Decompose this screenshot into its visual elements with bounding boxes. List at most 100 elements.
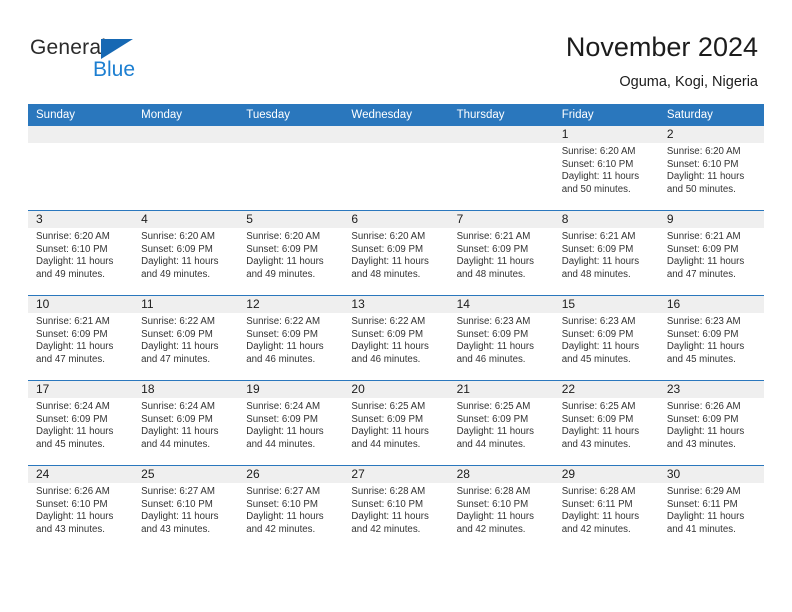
daylight-text: Daylight: 11 hours and 50 minutes. (561, 171, 640, 195)
sunset-text: Sunset: 6:09 PM (456, 243, 529, 255)
sunset-text: Sunset: 6:09 PM (141, 328, 213, 340)
daylight-text: Daylight: 11 hours and 42 minutes. (246, 511, 324, 535)
sunset-text: Sunset: 6:10 PM (666, 158, 739, 170)
daylight-text: Daylight: 11 hours and 42 minutes. (351, 511, 429, 535)
sunrise-text: Sunrise: 6:22 AM (246, 316, 321, 327)
day-details: Sunrise: 6:24 AM Sunset: 6:09 PM Dayligh… (238, 398, 343, 451)
day-details: Sunrise: 6:20 AM Sunset: 6:09 PM Dayligh… (343, 228, 448, 281)
calendar-day-cell[interactable]: 16 Sunrise: 6:23 AM Sunset: 6:09 PM Dayl… (658, 295, 764, 381)
calendar-day-cell[interactable]: 4 Sunrise: 6:20 AM Sunset: 6:09 PM Dayli… (133, 210, 239, 296)
sunrise-text: Sunrise: 6:21 AM (666, 231, 741, 242)
sunrise-text: Sunrise: 6:28 AM (351, 486, 426, 497)
daylight-text: Daylight: 11 hours and 46 minutes. (246, 341, 324, 365)
weekday-header-tuesday: Tuesday (238, 104, 344, 126)
calendar-day-cell[interactable]: 22 Sunrise: 6:25 AM Sunset: 6:09 PM Dayl… (553, 380, 659, 466)
calendar-day-cell[interactable]: 2 Sunrise: 6:20 AM Sunset: 6:10 PM Dayli… (658, 126, 764, 211)
sunrise-text: Sunrise: 6:25 AM (561, 401, 636, 412)
sunset-text: Sunset: 6:09 PM (246, 243, 318, 255)
daylight-text: Daylight: 11 hours and 48 minutes. (456, 256, 534, 280)
calendar-day-cell[interactable]: 20 Sunrise: 6:25 AM Sunset: 6:09 PM Dayl… (343, 380, 449, 466)
calendar-day-cell[interactable]: 3 Sunrise: 6:20 AM Sunset: 6:10 PM Dayli… (28, 210, 134, 296)
brand-logo[interactable]: General Blue (30, 35, 210, 87)
daylight-text: Daylight: 11 hours and 45 minutes. (666, 341, 745, 365)
calendar-grid: Sunday Monday Tuesday Wednesday Thursday… (28, 104, 764, 550)
calendar-day-cell[interactable]: 5 Sunrise: 6:20 AM Sunset: 6:09 PM Dayli… (238, 210, 344, 296)
calendar-day-cell[interactable]: 15 Sunrise: 6:23 AM Sunset: 6:09 PM Dayl… (553, 295, 659, 381)
sunrise-text: Sunrise: 6:20 AM (561, 146, 636, 157)
sunrise-text: Sunrise: 6:24 AM (141, 401, 215, 412)
sunrise-text: Sunrise: 6:23 AM (666, 316, 741, 327)
calendar-day-cell[interactable]: 30 Sunrise: 6:29 AM Sunset: 6:11 PM Dayl… (658, 465, 764, 550)
daylight-text: Daylight: 11 hours and 42 minutes. (561, 511, 640, 535)
sunrise-text: Sunrise: 6:28 AM (456, 486, 531, 497)
calendar-day-cell[interactable]: 26 Sunrise: 6:27 AM Sunset: 6:10 PM Dayl… (238, 465, 344, 550)
calendar-day-cell[interactable]: 14 Sunrise: 6:23 AM Sunset: 6:09 PM Dayl… (448, 295, 554, 381)
day-details: Sunrise: 6:23 AM Sunset: 6:09 PM Dayligh… (449, 313, 554, 366)
calendar-day-cell[interactable]: 21 Sunrise: 6:25 AM Sunset: 6:09 PM Dayl… (448, 380, 554, 466)
sunset-text: Sunset: 6:09 PM (246, 413, 318, 425)
day-details: Sunrise: 6:22 AM Sunset: 6:09 PM Dayligh… (238, 313, 343, 366)
weekday-header-thursday: Thursday (448, 104, 554, 126)
calendar-day-cell[interactable]: 9 Sunrise: 6:21 AM Sunset: 6:09 PM Dayli… (658, 210, 764, 296)
calendar-day-cell[interactable] (133, 126, 239, 211)
calendar-header-row: Sunday Monday Tuesday Wednesday Thursday… (28, 104, 764, 126)
calendar-day-cell[interactable]: 28 Sunrise: 6:28 AM Sunset: 6:10 PM Dayl… (448, 465, 554, 550)
calendar-day-cell[interactable]: 12 Sunrise: 6:22 AM Sunset: 6:09 PM Dayl… (238, 295, 344, 381)
calendar-day-cell[interactable]: 29 Sunrise: 6:28 AM Sunset: 6:11 PM Dayl… (553, 465, 659, 550)
calendar-day-cell[interactable]: 17 Sunrise: 6:24 AM Sunset: 6:09 PM Dayl… (28, 380, 134, 466)
calendar-day-cell[interactable]: 27 Sunrise: 6:28 AM Sunset: 6:10 PM Dayl… (343, 465, 449, 550)
daylight-text: Daylight: 11 hours and 43 minutes. (561, 426, 640, 450)
sunset-text: Sunset: 6:09 PM (561, 243, 634, 255)
calendar-day-cell[interactable]: 19 Sunrise: 6:24 AM Sunset: 6:09 PM Dayl… (238, 380, 344, 466)
sunset-text: Sunset: 6:09 PM (456, 328, 529, 340)
calendar-day-cell[interactable]: 13 Sunrise: 6:22 AM Sunset: 6:09 PM Dayl… (343, 295, 449, 381)
daylight-text: Daylight: 11 hours and 47 minutes. (666, 256, 745, 280)
day-details: Sunrise: 6:26 AM Sunset: 6:10 PM Dayligh… (28, 483, 133, 536)
sunrise-text: Sunrise: 6:20 AM (351, 231, 426, 242)
calendar-day-cell[interactable] (448, 126, 554, 211)
weekday-header-friday: Friday (553, 104, 659, 126)
day-number: 28 (448, 466, 554, 483)
calendar-day-cell[interactable]: 1 Sunrise: 6:20 AM Sunset: 6:10 PM Dayli… (553, 126, 659, 211)
calendar-day-cell[interactable]: 10 Sunrise: 6:21 AM Sunset: 6:09 PM Dayl… (28, 295, 134, 381)
day-details: Sunrise: 6:20 AM Sunset: 6:10 PM Dayligh… (554, 143, 659, 196)
title-block: November 2024 Oguma, Kogi, Nigeria (566, 30, 758, 92)
day-details: Sunrise: 6:20 AM Sunset: 6:09 PM Dayligh… (238, 228, 343, 281)
day-details: Sunrise: 6:25 AM Sunset: 6:09 PM Dayligh… (449, 398, 554, 451)
calendar-day-cell[interactable]: 11 Sunrise: 6:22 AM Sunset: 6:09 PM Dayl… (133, 295, 239, 381)
day-number: 16 (658, 296, 764, 313)
daylight-text: Daylight: 11 hours and 48 minutes. (351, 256, 429, 280)
day-number: 7 (448, 211, 554, 228)
day-number: 22 (553, 381, 659, 398)
sunset-text: Sunset: 6:09 PM (666, 413, 739, 425)
weekday-header-monday: Monday (133, 104, 239, 126)
calendar-day-cell[interactable] (28, 126, 134, 211)
day-details: Sunrise: 6:27 AM Sunset: 6:10 PM Dayligh… (238, 483, 343, 536)
calendar-day-cell[interactable] (238, 126, 344, 211)
calendar-day-cell[interactable]: 6 Sunrise: 6:20 AM Sunset: 6:09 PM Dayli… (343, 210, 449, 296)
calendar-day-cell[interactable]: 7 Sunrise: 6:21 AM Sunset: 6:09 PM Dayli… (448, 210, 554, 296)
daylight-text: Daylight: 11 hours and 49 minutes. (36, 256, 114, 280)
day-details: Sunrise: 6:25 AM Sunset: 6:09 PM Dayligh… (554, 398, 659, 451)
day-details: Sunrise: 6:23 AM Sunset: 6:09 PM Dayligh… (659, 313, 764, 366)
calendar-day-cell[interactable]: 8 Sunrise: 6:21 AM Sunset: 6:09 PM Dayli… (553, 210, 659, 296)
calendar-day-cell[interactable]: 25 Sunrise: 6:27 AM Sunset: 6:10 PM Dayl… (133, 465, 239, 550)
daylight-text: Daylight: 11 hours and 45 minutes. (561, 341, 640, 365)
daylight-text: Daylight: 11 hours and 46 minutes. (456, 341, 534, 365)
day-number: 11 (133, 296, 239, 313)
calendar-day-cell[interactable]: 18 Sunrise: 6:24 AM Sunset: 6:09 PM Dayl… (133, 380, 239, 466)
calendar-body: 1 Sunrise: 6:20 AM Sunset: 6:10 PM Dayli… (28, 126, 764, 550)
daylight-text: Daylight: 11 hours and 43 minutes. (141, 511, 219, 535)
sunset-text: Sunset: 6:09 PM (246, 328, 318, 340)
daylight-text: Daylight: 11 hours and 44 minutes. (141, 426, 219, 450)
calendar-day-cell[interactable] (343, 126, 449, 211)
day-details: Sunrise: 6:27 AM Sunset: 6:10 PM Dayligh… (133, 483, 238, 536)
sunset-text: Sunset: 6:09 PM (456, 413, 529, 425)
calendar-day-cell[interactable]: 23 Sunrise: 6:26 AM Sunset: 6:09 PM Dayl… (658, 380, 764, 466)
daylight-text: Daylight: 11 hours and 44 minutes. (351, 426, 429, 450)
calendar-day-cell[interactable]: 24 Sunrise: 6:26 AM Sunset: 6:10 PM Dayl… (28, 465, 134, 550)
day-number: 23 (658, 381, 764, 398)
weekday-header-saturday: Saturday (658, 104, 764, 126)
day-number: 15 (553, 296, 659, 313)
daylight-text: Daylight: 11 hours and 47 minutes. (141, 341, 219, 365)
